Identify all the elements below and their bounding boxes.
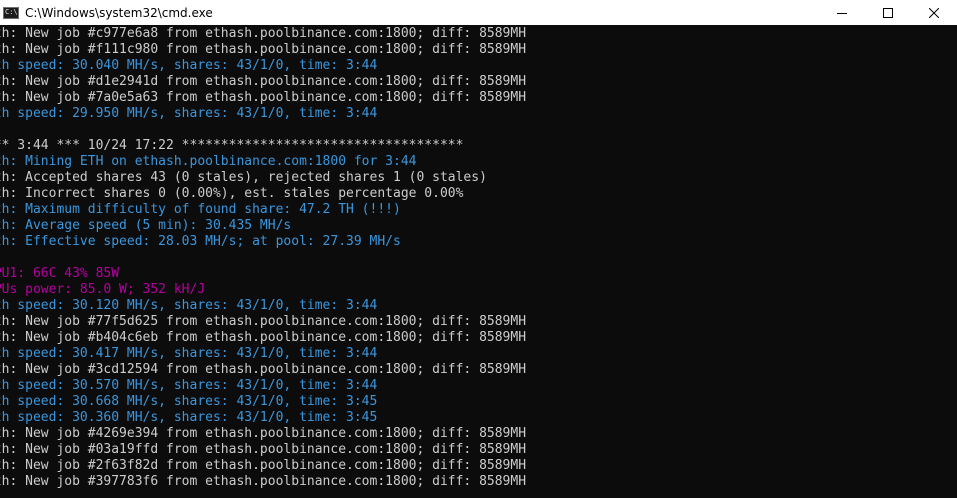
console-line: eth speed: 30.040 MH/s, shares: 43/1/0, … bbox=[0, 58, 378, 73]
console-line: GPUs power: 85.0 W; 352 kH/J bbox=[0, 282, 206, 297]
cmd-app-icon[interactable]: C:\ bbox=[3, 6, 19, 19]
console-line: eth: New job #f111c980 from ethash.poolb… bbox=[0, 42, 527, 57]
console-line: eth speed: 30.570 MH/s, shares: 43/1/0, … bbox=[0, 378, 378, 393]
console-line: eth: Mining ETH on ethash.poolbinance.co… bbox=[0, 154, 417, 169]
console-line: eth: New job #c977e6a8 from ethash.poolb… bbox=[0, 26, 527, 41]
console-line: eth: Accepted shares 43 (0 stales), reje… bbox=[0, 170, 487, 185]
window-controls bbox=[819, 0, 957, 25]
console-line: eth speed: 30.360 MH/s, shares: 43/1/0, … bbox=[0, 410, 378, 425]
close-button[interactable] bbox=[911, 0, 957, 25]
title-bar[interactable]: C:\ C:\Windows\system32\cmd.exe bbox=[0, 0, 957, 25]
console-line: eth: New job #3cd12594 from ethash.poolb… bbox=[0, 362, 527, 377]
console-line: eth: New job #d1e2941d from ethash.poolb… bbox=[0, 74, 527, 89]
cmd-window: C:\ C:\Windows\system32\cmd.exe eth: New… bbox=[0, 0, 957, 498]
close-icon bbox=[929, 7, 939, 18]
window-title: C:\Windows\system32\cmd.exe bbox=[25, 5, 213, 20]
cmd-app-icon-text: C:\ bbox=[5, 8, 18, 16]
console-output[interactable]: eth: New job #c977e6a8 from ethash.poolb… bbox=[0, 25, 957, 498]
console-line: eth: Effective speed: 28.03 MH/s; at poo… bbox=[0, 234, 401, 249]
console-line: eth: New job #397783f6 from ethash.poolb… bbox=[0, 474, 527, 489]
console-line: eth speed: 29.950 MH/s, shares: 43/1/0, … bbox=[0, 106, 378, 121]
console-line: eth: New job #b404c6eb from ethash.poolb… bbox=[0, 330, 527, 345]
console-line: eth: New job #4269e394 from ethash.poolb… bbox=[0, 426, 527, 441]
console-line: *** 3:44 *** 10/24 17:22 ***************… bbox=[0, 138, 464, 153]
minimize-icon bbox=[837, 12, 847, 14]
maximize-icon bbox=[883, 7, 893, 18]
console-line: eth: Average speed (5 min): 30.435 MH/s bbox=[0, 218, 292, 233]
console-line: eth: New job #03a19ffd from ethash.poolb… bbox=[0, 442, 527, 457]
console-line: eth: Maximum difficulty of found share: … bbox=[0, 202, 401, 217]
console-line: GPU1: 66C 43% 85W bbox=[0, 266, 120, 281]
console-line: eth: Incorrect shares 0 (0.00%), est. st… bbox=[0, 186, 464, 201]
console-line: eth speed: 30.668 MH/s, shares: 43/1/0, … bbox=[0, 394, 378, 409]
console-line: eth: New job #7a0e5a63 from ethash.poolb… bbox=[0, 90, 527, 105]
console-line: eth speed: 30.417 MH/s, shares: 43/1/0, … bbox=[0, 346, 378, 361]
minimize-button[interactable] bbox=[819, 0, 865, 25]
maximize-button[interactable] bbox=[865, 0, 911, 25]
console-line: eth: New job #77f5d625 from ethash.poolb… bbox=[0, 314, 527, 329]
console-line: eth: New job #2f63f82d from ethash.poolb… bbox=[0, 458, 527, 473]
console-line: eth speed: 30.120 MH/s, shares: 43/1/0, … bbox=[0, 298, 378, 313]
